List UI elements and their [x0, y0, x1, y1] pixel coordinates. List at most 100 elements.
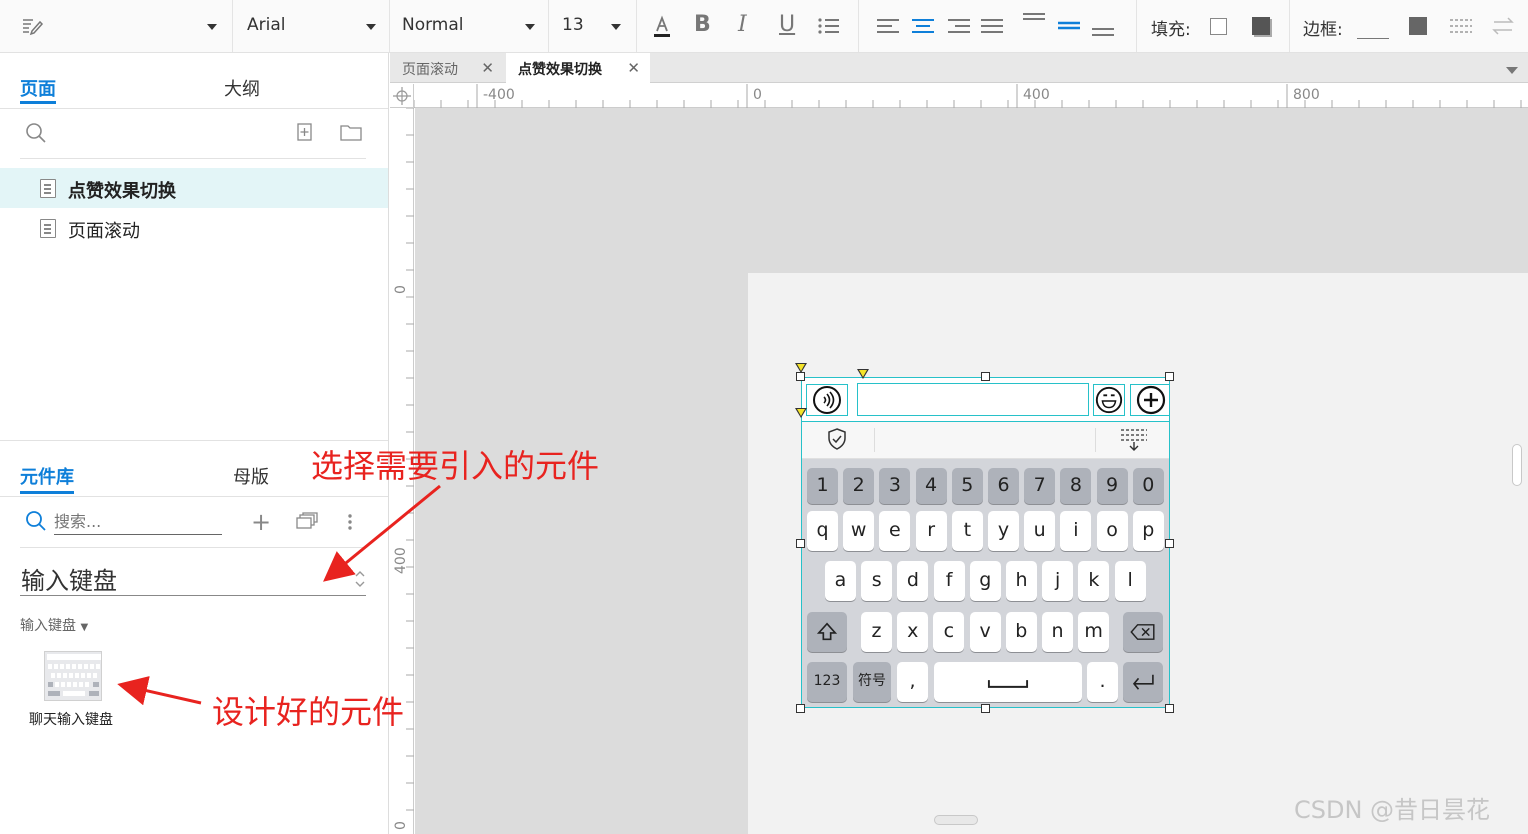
text-edit-icon[interactable] — [20, 14, 44, 38]
shift-key[interactable] — [807, 612, 847, 652]
letter-key[interactable]: d — [897, 561, 929, 601]
close-icon[interactable]: ✕ — [627, 59, 640, 77]
resize-handle[interactable] — [796, 372, 805, 381]
hide-keyboard-icon[interactable] — [1120, 427, 1148, 453]
resize-handle[interactable] — [1165, 372, 1174, 381]
shield-icon[interactable] — [825, 427, 849, 451]
letter-key[interactable]: i — [1060, 511, 1092, 551]
letter-key[interactable]: b — [1005, 612, 1037, 652]
border-width-swatch[interactable] — [1409, 17, 1427, 35]
tab-library[interactable]: 元件库 — [20, 463, 74, 489]
add-button[interactable] — [1130, 384, 1170, 416]
align-right-icon[interactable] — [947, 14, 971, 38]
resize-handle[interactable] — [796, 539, 805, 548]
library-menu-icon[interactable] — [296, 512, 318, 530]
letter-key[interactable]: y — [988, 511, 1019, 551]
bold-icon[interactable]: B — [694, 12, 711, 37]
library-search-input[interactable] — [54, 509, 222, 535]
bullet-list-icon[interactable] — [817, 14, 841, 38]
border-color-swatch[interactable] — [1357, 38, 1389, 39]
symbols-key[interactable]: 符号 — [853, 662, 891, 702]
keyboard-widget-thumbnail[interactable] — [44, 651, 102, 701]
align-justify-icon[interactable] — [980, 14, 1004, 38]
number-key[interactable]: 4 — [915, 468, 947, 504]
resize-handle[interactable] — [796, 704, 805, 713]
resize-handle[interactable] — [1165, 704, 1174, 713]
letter-key[interactable]: o — [1096, 511, 1128, 551]
letter-key[interactable]: p — [1132, 511, 1164, 551]
letter-key[interactable]: h — [1006, 561, 1037, 601]
number-key[interactable]: 5 — [951, 468, 983, 504]
tab-like-toggle[interactable]: 点赞效果切换 ✕ — [506, 53, 650, 83]
page-item-page-scroll[interactable]: 页面滚动 — [0, 208, 388, 248]
chevron-down-icon[interactable] — [525, 24, 535, 30]
valign-top-icon[interactable] — [1022, 10, 1046, 34]
vertical-scrollbar[interactable] — [1512, 444, 1522, 486]
fill-color-swatch[interactable] — [1210, 18, 1227, 35]
number-key[interactable]: 3 — [879, 468, 911, 504]
number-key[interactable]: 8 — [1060, 468, 1092, 504]
resize-handle[interactable] — [981, 372, 990, 381]
letter-key[interactable]: t — [951, 511, 983, 551]
letter-key[interactable]: v — [969, 612, 1001, 652]
search-icon[interactable] — [24, 121, 48, 145]
letter-key[interactable]: g — [969, 561, 1001, 601]
add-library-icon[interactable]: + — [251, 508, 271, 536]
page-item-like-toggle[interactable]: 点赞效果切换 — [0, 168, 388, 208]
letter-key[interactable]: c — [933, 612, 965, 652]
font-size-select[interactable]: 13 — [562, 15, 584, 35]
number-key[interactable]: 9 — [1096, 468, 1128, 504]
interaction-marker-icon[interactable] — [795, 408, 807, 418]
more-options-icon[interactable] — [348, 513, 352, 531]
letter-key[interactable]: x — [897, 612, 929, 652]
add-page-icon[interactable] — [296, 123, 314, 141]
letter-key[interactable]: m — [1078, 612, 1110, 652]
valign-middle-icon[interactable] — [1057, 14, 1081, 38]
chevron-down-icon[interactable] — [207, 24, 217, 30]
align-left-icon[interactable] — [876, 14, 900, 38]
numbers-key[interactable]: 123 — [807, 662, 847, 702]
arrow-style-icon[interactable] — [1491, 14, 1515, 38]
chevron-updown-icon[interactable] — [354, 567, 366, 591]
border-style-icon[interactable] — [1449, 14, 1473, 38]
align-center-icon[interactable] — [911, 14, 935, 38]
number-key[interactable]: 0 — [1132, 468, 1164, 504]
font-color-icon[interactable] — [650, 14, 674, 38]
chat-keyboard-widget[interactable]: 1 2 3 4 5 6 7 8 9 0 q w e r t y u i o p a s d f g h j k l z x c v b n m 123 符… — [801, 377, 1170, 708]
underline-icon[interactable]: U — [779, 12, 795, 37]
letter-key[interactable]: s — [861, 561, 893, 601]
period-key[interactable]: . — [1087, 662, 1118, 702]
font-family-select[interactable]: Arial — [247, 15, 285, 35]
delete-key[interactable] — [1123, 612, 1163, 652]
comma-key[interactable]: , — [897, 662, 928, 702]
close-icon[interactable]: ✕ — [481, 59, 494, 77]
space-key[interactable] — [934, 662, 1082, 702]
letter-key[interactable]: l — [1114, 561, 1146, 601]
letter-key[interactable]: q — [807, 511, 838, 551]
chevron-down-icon[interactable] — [366, 24, 376, 30]
letter-key[interactable]: j — [1042, 561, 1074, 601]
letter-key[interactable]: z — [861, 612, 892, 652]
tab-pages[interactable]: 页面 — [20, 75, 56, 101]
resize-handle[interactable] — [981, 704, 990, 713]
letter-key[interactable]: k — [1078, 561, 1110, 601]
letter-key[interactable]: f — [933, 561, 965, 601]
tab-masters[interactable]: 母版 — [233, 463, 269, 489]
number-key[interactable]: 1 — [807, 468, 838, 504]
number-key[interactable]: 2 — [843, 468, 875, 504]
letter-key[interactable]: r — [915, 511, 947, 551]
letter-key[interactable]: w — [843, 511, 875, 551]
emoji-button[interactable] — [1093, 384, 1125, 416]
return-key[interactable] — [1123, 662, 1163, 702]
letter-key[interactable]: u — [1024, 511, 1056, 551]
number-key[interactable]: 6 — [988, 468, 1019, 504]
number-key[interactable]: 7 — [1024, 468, 1056, 504]
letter-key[interactable]: n — [1042, 612, 1073, 652]
text-style-select[interactable]: Normal — [402, 15, 464, 35]
horizontal-scrollbar[interactable] — [934, 815, 978, 825]
library-select[interactable]: 输入键盘 — [21, 561, 117, 596]
horizontal-ruler[interactable]: -400 0 400 800 — [414, 84, 1528, 108]
chevron-down-icon[interactable] — [611, 24, 621, 30]
message-input[interactable] — [857, 383, 1089, 416]
italic-icon[interactable]: I — [738, 12, 747, 37]
